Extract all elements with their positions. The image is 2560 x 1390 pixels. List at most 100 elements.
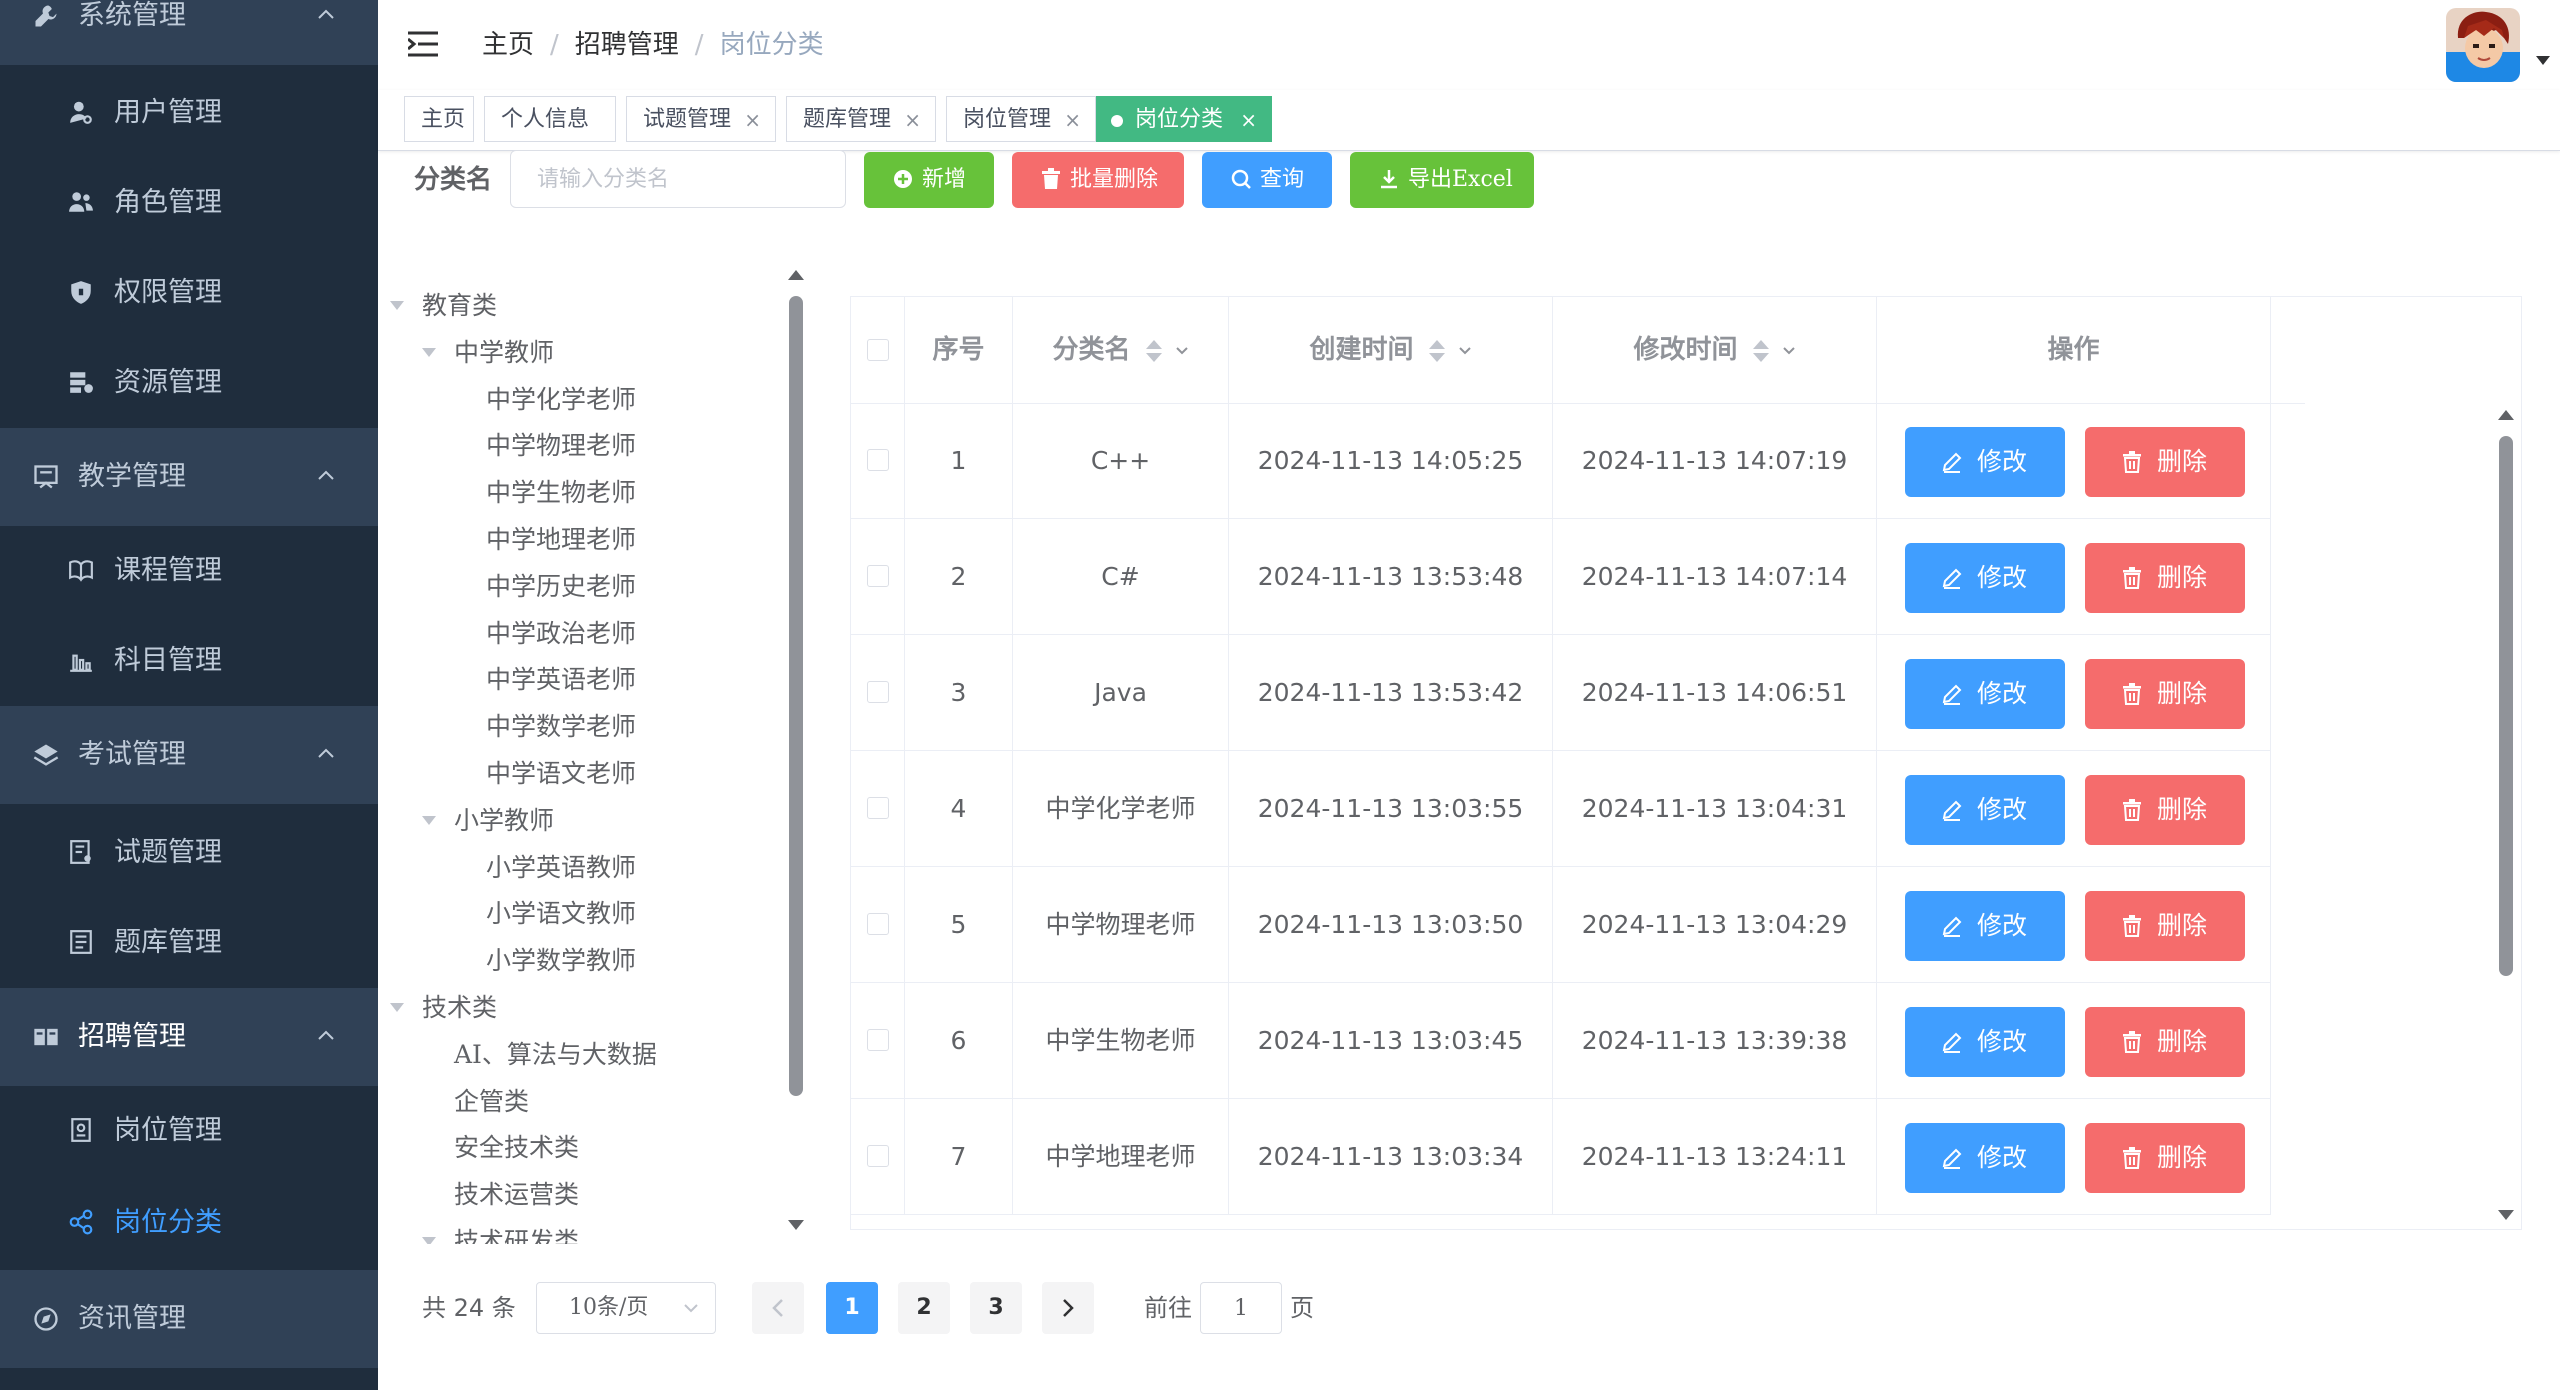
menu-group-system[interactable]: 系统管理 [0,0,378,65]
row-checkbox[interactable] [867,565,889,587]
page-button-2[interactable]: 2 [898,1282,950,1334]
sort-icon[interactable] [1752,338,1770,364]
table-scrollbar-thumb[interactable] [2499,436,2513,976]
tag-profile[interactable]: 个人信息 [484,96,616,142]
menu-group-news[interactable]: 资讯管理 [0,1270,378,1368]
goto-page-input[interactable] [1200,1282,1282,1334]
sidebar-item-users[interactable]: 用户管理 [0,68,378,158]
batch-delete-button[interactable]: 批量删除 [1012,152,1184,208]
tree-node[interactable]: 小学语文教师 [486,891,636,937]
delete-button[interactable]: 删除 [2085,427,2245,497]
export-excel-button[interactable]: 导出Excel [1350,152,1534,208]
next-page-button[interactable] [1042,1282,1094,1334]
tag-questions[interactable]: 试题管理 × [626,96,776,142]
caret-down-icon[interactable] [2536,56,2550,66]
sidebar-item-roles[interactable]: 角色管理 [0,158,378,248]
scroll-up-icon[interactable] [2498,410,2514,420]
delete-button[interactable]: 删除 [2085,659,2245,729]
row-checkbox[interactable] [867,1145,889,1167]
tree-node[interactable]: 技术类 [422,985,497,1031]
delete-button[interactable]: 删除 [2085,891,2245,961]
tree-node[interactable]: 小学教师 [454,798,554,844]
scroll-down-icon[interactable] [788,1220,804,1230]
menu-group-teaching[interactable]: 教学管理 [0,428,378,526]
tag-position-category[interactable]: 岗位分类 × [1096,96,1272,142]
caret-down-icon[interactable] [422,815,436,826]
row-checkbox[interactable] [867,913,889,935]
page-button-3[interactable]: 3 [970,1282,1022,1334]
tree-node[interactable]: 小学数学教师 [486,938,636,984]
edit-button[interactable]: 修改 [1905,1123,2065,1193]
breadcrumb-recruitment[interactable]: 招聘管理 [575,30,679,60]
tree-node[interactable]: 中学物理老师 [486,423,636,469]
scroll-up-icon[interactable] [788,270,804,280]
scroll-down-icon[interactable] [2498,1210,2514,1220]
tree-node[interactable]: 教育类 [422,283,497,329]
sidebar-item-question-bank[interactable]: 题库管理 [0,898,378,988]
tree-node[interactable]: 中学数学老师 [486,704,636,750]
sidebar-item-resources[interactable]: 资源管理 [0,338,378,428]
delete-button[interactable]: 删除 [2085,1007,2245,1077]
tree-node[interactable]: 中学生物老师 [486,470,636,516]
tree-node[interactable]: 中学化学老师 [486,377,636,423]
tree-node[interactable]: 中学历史老师 [486,564,636,610]
caret-down-icon[interactable] [422,1237,436,1244]
tree-node[interactable]: 中学地理老师 [486,517,636,563]
column-name[interactable]: 分类名 [1013,297,1229,403]
sidebar-item-positions[interactable]: 岗位管理 [0,1086,378,1176]
menu-group-recruitment[interactable]: 招聘管理 [0,988,378,1086]
sort-icon[interactable] [1428,338,1446,364]
delete-button[interactable]: 删除 [2085,775,2245,845]
tree-node[interactable]: 安全技术类 [454,1125,579,1171]
sidebar-item-permissions[interactable]: 权限管理 [0,248,378,338]
tree-node[interactable]: 中学教师 [454,330,554,376]
sidebar-item-position-category[interactable]: 岗位分类 [0,1178,378,1268]
sidebar-item-courses[interactable]: 课程管理 [0,526,378,616]
tag-home[interactable]: 主页 [404,96,474,142]
caret-down-icon[interactable] [390,1003,404,1013]
tree-node[interactable]: 技术运营类 [454,1172,579,1218]
column-created[interactable]: 创建时间 [1229,297,1553,403]
tree-scrollbar-thumb[interactable] [789,296,803,1096]
page-button-1[interactable]: 1 [826,1282,878,1334]
row-checkbox[interactable] [867,1029,889,1051]
prev-page-button[interactable] [752,1282,804,1334]
chevron-down-icon[interactable] [1175,346,1189,356]
category-name-input[interactable] [510,150,846,208]
tree-node[interactable]: 中学语文老师 [486,751,636,797]
edit-button[interactable]: 修改 [1905,775,2065,845]
query-button[interactable]: 查询 [1202,152,1332,208]
select-all-checkbox[interactable] [867,339,889,361]
tree-node[interactable]: 中学政治老师 [486,611,636,657]
breadcrumb-home[interactable]: 主页 [482,30,534,60]
avatar[interactable] [2446,8,2520,82]
edit-button[interactable]: 修改 [1905,1007,2065,1077]
tree-node[interactable]: AI、算法与大数据 [454,1032,657,1078]
close-icon[interactable]: × [744,97,761,143]
delete-button[interactable]: 删除 [2085,1123,2245,1193]
add-button[interactable]: 新增 [864,152,994,208]
sidebar-item-questions[interactable]: 试题管理 [0,808,378,898]
tree-node[interactable]: 中学英语老师 [486,657,636,703]
close-icon[interactable]: × [1240,97,1257,143]
tree-node[interactable]: 小学英语教师 [486,845,636,891]
tree-node[interactable]: 企管类 [454,1079,529,1125]
page-size-select[interactable]: 10条/页 [536,1282,716,1334]
edit-button[interactable]: 修改 [1905,427,2065,497]
delete-button[interactable]: 删除 [2085,543,2245,613]
row-checkbox[interactable] [867,681,889,703]
sort-icon[interactable] [1145,338,1163,364]
chevron-down-icon[interactable] [1782,346,1796,356]
tag-question-bank[interactable]: 题库管理 × [786,96,936,142]
column-modified[interactable]: 修改时间 [1553,297,1877,403]
row-checkbox[interactable] [867,449,889,471]
row-checkbox[interactable] [867,797,889,819]
edit-button[interactable]: 修改 [1905,891,2065,961]
sidebar-item-subjects[interactable]: 科目管理 [0,616,378,706]
caret-down-icon[interactable] [390,301,404,311]
edit-button[interactable]: 修改 [1905,543,2065,613]
caret-down-icon[interactable] [422,347,436,358]
hamburger-icon[interactable] [408,30,440,58]
menu-group-exam[interactable]: 考试管理 [0,706,378,804]
close-icon[interactable]: × [1064,97,1081,143]
